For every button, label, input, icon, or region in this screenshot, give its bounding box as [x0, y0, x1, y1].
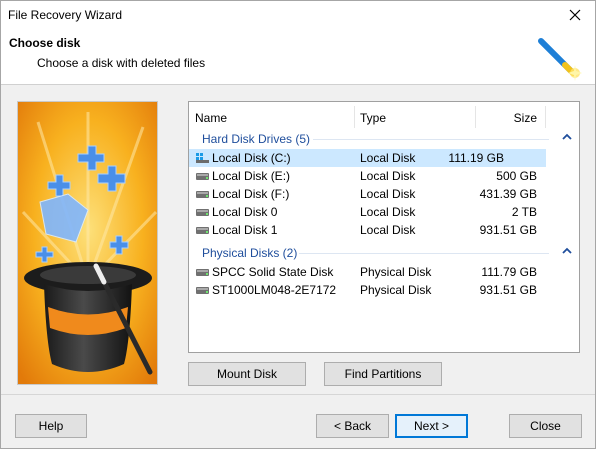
- page-title: Choose disk: [9, 36, 81, 50]
- disk-name: ST1000LM048-2E7172: [212, 283, 337, 297]
- hard-drive-icon: [196, 227, 209, 234]
- disk-size: 111.79 GB: [481, 265, 537, 279]
- group-divider: [313, 139, 549, 140]
- disk-row-spcc-ssd[interactable]: SPCC Solid State Disk Physical Disk 111.…: [189, 263, 579, 281]
- disk-row-local-f[interactable]: Local Disk (F:) Local Disk 431.39 GB: [189, 185, 579, 203]
- disk-list[interactable]: Name Type Size Hard Disk Drives (5) Loca…: [188, 101, 580, 353]
- group-label: Hard Disk Drives (5): [202, 132, 311, 146]
- disk-size: 931.51 GB: [479, 283, 537, 297]
- file-recovery-wizard-window: File Recovery Wizard Choose disk Choose …: [0, 0, 596, 449]
- disk-size: 2 TB: [511, 205, 537, 219]
- close-button[interactable]: Close: [509, 414, 582, 438]
- disk-size: 111.19 GB: [448, 151, 504, 165]
- close-icon: [569, 9, 581, 21]
- help-button[interactable]: Help: [15, 414, 87, 438]
- disk-name: Local Disk (F:): [212, 187, 290, 201]
- window-title: File Recovery Wizard: [8, 8, 123, 22]
- group-divider: [299, 253, 549, 254]
- footer-divider: [1, 394, 595, 395]
- disk-row-st1000[interactable]: ST1000LM048-2E7172 Physical Disk 931.51 …: [189, 281, 579, 299]
- hard-drive-icon: [196, 191, 209, 198]
- group-header-hard-disk-drives[interactable]: Hard Disk Drives (5): [189, 130, 579, 148]
- disk-type: Local Disk: [360, 205, 416, 219]
- close-window-button[interactable]: [555, 1, 595, 29]
- disk-name: SPCC Solid State Disk: [212, 265, 334, 279]
- disk-type: Local Disk: [360, 223, 416, 237]
- disk-name: Local Disk 1: [212, 223, 278, 237]
- list-column-header: Name Type Size: [189, 102, 579, 132]
- column-divider: [545, 106, 546, 128]
- disk-row-local-e[interactable]: Local Disk (E:) Local Disk 500 GB: [189, 167, 579, 185]
- page-subtitle: Choose a disk with deleted files: [37, 56, 206, 70]
- column-header-size[interactable]: Size: [514, 111, 537, 125]
- hard-drive-icon: [196, 287, 209, 294]
- chevron-up-icon[interactable]: [561, 245, 573, 257]
- group-header-physical-disks[interactable]: Physical Disks (2): [189, 244, 579, 262]
- find-partitions-button[interactable]: Find Partitions: [324, 362, 442, 386]
- title-bar: File Recovery Wizard: [1, 1, 595, 29]
- hard-drive-icon: [196, 209, 209, 216]
- disk-name: Local Disk 0: [212, 205, 278, 219]
- back-button[interactable]: < Back: [316, 414, 389, 438]
- hard-drive-icon: [196, 269, 209, 276]
- disk-type: Local Disk: [360, 169, 416, 183]
- column-divider: [475, 106, 476, 128]
- disk-type: Local Disk: [360, 187, 416, 201]
- disk-name: Local Disk (E:): [212, 169, 291, 183]
- magic-wand-icon: [538, 38, 582, 81]
- column-header-type[interactable]: Type: [360, 111, 386, 125]
- mount-disk-button[interactable]: Mount Disk: [188, 362, 306, 386]
- wizard-header: Choose disk Choose a disk with deleted f…: [1, 29, 595, 85]
- disk-row-local-disk-1[interactable]: Local Disk 1 Local Disk 931.51 GB: [189, 221, 579, 239]
- hard-drive-icon: [196, 173, 209, 180]
- disk-type: Local Disk: [360, 151, 416, 165]
- disk-type: Physical Disk: [360, 283, 432, 297]
- disk-size: 431.39 GB: [479, 187, 537, 201]
- disk-size: 500 GB: [496, 169, 537, 183]
- chevron-up-icon[interactable]: [561, 131, 573, 143]
- disk-size: 931.51 GB: [479, 223, 537, 237]
- disk-name: Local Disk (C:): [212, 151, 291, 165]
- disk-type: Physical Disk: [360, 265, 432, 279]
- next-button[interactable]: Next >: [395, 414, 468, 438]
- column-divider: [354, 106, 355, 128]
- wizard-banner-image: [17, 101, 158, 385]
- group-label: Physical Disks (2): [202, 246, 298, 260]
- windows-drive-icon: [196, 153, 209, 163]
- disk-row-local-disk-0[interactable]: Local Disk 0 Local Disk 2 TB: [189, 203, 579, 221]
- column-header-name[interactable]: Name: [195, 111, 227, 125]
- disk-row-local-c[interactable]: Local Disk (C:) Local Disk 111.19 GB: [189, 149, 546, 167]
